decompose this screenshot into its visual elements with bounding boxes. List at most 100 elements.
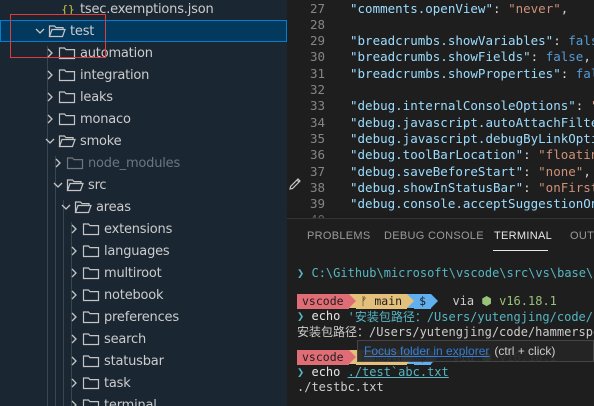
- code-token: "debug.showInStatusBar": [350, 179, 524, 195]
- chevron-right-icon[interactable]: [66, 265, 82, 281]
- folder-icon: [58, 89, 76, 105]
- chevron-right-icon[interactable]: [50, 155, 66, 171]
- chevron-right-icon[interactable]: [66, 243, 82, 259]
- folder-row-search[interactable]: search: [0, 328, 287, 350]
- chevron-right-icon[interactable]: [42, 67, 58, 83]
- folder-icon: [58, 111, 76, 127]
- folder-row-automation[interactable]: automation: [0, 42, 287, 64]
- folder-row-monaco[interactable]: monaco: [0, 108, 287, 130]
- folder-open-icon: [74, 199, 92, 215]
- folder-icon: [82, 287, 100, 303]
- folder-open-icon: [66, 177, 84, 193]
- code-token: "debug.javascript.debugByLinkOptions": [350, 130, 594, 146]
- prompt-chevron-icon: ❯: [297, 365, 305, 379]
- bottom-panel: PROBLEMS DEBUG CONSOLE TERMINAL OUTPUT ❯…: [287, 218, 594, 406]
- code-line[interactable]: 34"debug.javascript.autoAttachFilter": "…: [287, 113, 594, 131]
- folder-icon: [82, 353, 100, 369]
- code-token: "debug.console.acceptSuggestionOnEnter": [350, 196, 594, 212]
- folder-row-leaks[interactable]: leaks: [0, 86, 287, 108]
- folder-icon: [82, 221, 100, 237]
- chevron-right-icon[interactable]: [42, 45, 58, 61]
- line-number: 28: [309, 16, 325, 32]
- active-tab-indicator: [493, 250, 548, 251]
- segment-arrow-icon: [348, 294, 356, 308]
- chevron-right-icon[interactable]: [66, 221, 82, 237]
- command-argument-link[interactable]: ./test`abc.txt: [348, 365, 449, 379]
- terminal-output-1: 安装包路径：/Users/yutengjing/code/hammerspoon: [297, 324, 594, 339]
- code-line[interactable]: 33"debug.internalConsoleOptions": "never…: [287, 97, 594, 115]
- chevron-right-icon[interactable]: [66, 287, 82, 303]
- chevron-right-icon[interactable]: [42, 111, 58, 127]
- tab-output[interactable]: OUTPUT: [570, 230, 594, 242]
- tree-item-label: leaks: [80, 89, 113, 105]
- tooltip-action[interactable]: Focus folder in explorer: [364, 344, 489, 358]
- code-token: false: [575, 65, 594, 81]
- folder-icon: [82, 331, 100, 347]
- chevron-right-icon[interactable]: [66, 353, 82, 369]
- code-text: "debug.console.acceptSuggestionOnEnter":…: [325, 196, 594, 211]
- chevron-right-icon[interactable]: [66, 375, 82, 391]
- tree-item-label: notebook: [104, 287, 164, 303]
- folder-row-extensions[interactable]: extensions: [0, 218, 287, 240]
- chevron-down-icon[interactable]: [42, 133, 58, 149]
- folder-row-notebook[interactable]: notebook: [0, 284, 287, 306]
- tree-item-label: tsec.exemptions.json: [80, 1, 214, 17]
- code-line[interactable]: 29"breadcrumbs.showVariables": false,: [287, 32, 594, 50]
- chevron-right-icon[interactable]: [66, 397, 82, 406]
- tab-problems[interactable]: PROBLEMS: [307, 230, 371, 242]
- folder-row-smoke[interactable]: smoke: [0, 130, 287, 152]
- code-line[interactable]: 38"debug.showInStatusBar": "onFirstSessi…: [287, 178, 594, 196]
- code-line[interactable]: 32: [287, 81, 594, 99]
- chevron-right-icon[interactable]: [42, 89, 58, 105]
- code-token: :: [523, 179, 539, 195]
- folder-row-terminal[interactable]: terminal: [0, 394, 287, 406]
- chevron-right-icon[interactable]: [66, 331, 82, 347]
- code-line[interactable]: 28: [287, 15, 594, 33]
- folder-open-icon: [48, 23, 66, 39]
- code-token: :: [560, 65, 576, 81]
- folder-row-preferences[interactable]: preferences: [0, 306, 287, 328]
- code-text: "debug.showInStatusBar": "onFirstSession…: [325, 180, 594, 195]
- folder-open-icon: [58, 133, 76, 149]
- code-token: ,: [583, 49, 591, 65]
- folder-row-src[interactable]: src: [0, 174, 287, 196]
- code-line[interactable]: 37 "debug.saveBeforeStart": "none",: [287, 162, 594, 180]
- code-text: "breadcrumbs.showFields": false,: [325, 49, 591, 64]
- tree-item-label: preferences: [104, 309, 179, 325]
- line-number: 33: [309, 98, 325, 114]
- code-text: "debug.saveBeforeStart": "none",: [325, 164, 591, 179]
- chevron-down-icon[interactable]: [32, 23, 48, 39]
- chevron-down-icon[interactable]: [50, 177, 66, 193]
- line-number: 27: [309, 0, 325, 16]
- folder-row-integration[interactable]: integration: [0, 64, 287, 86]
- folder-row-task[interactable]: task: [0, 372, 287, 394]
- code-token: :: [523, 163, 539, 179]
- edit-pencil-icon[interactable]: [287, 176, 303, 192]
- code-line[interactable]: 31"breadcrumbs.showProperties": false,: [287, 64, 594, 82]
- code-text: "breadcrumbs.showProperties": false,: [325, 66, 594, 81]
- tree-item-label: monaco: [80, 111, 131, 127]
- folder-row-areas[interactable]: areas: [0, 196, 287, 218]
- editor-pane[interactable]: 27 "comments.openView": "never", 28 29 "brea…: [287, 0, 594, 218]
- tab-debug-console[interactable]: DEBUG CONSOLE: [384, 230, 484, 242]
- folder-row-node_modules[interactable]: node_modules: [0, 152, 287, 174]
- terminal-cwd: C:\Github\microsoft\vscode\src\vs\base\: [311, 266, 594, 280]
- prompt-branch-segment: ᚠ main: [355, 293, 408, 309]
- tree-item-label: test: [70, 23, 95, 39]
- folder-row-multiroot[interactable]: multiroot: [0, 262, 287, 284]
- folder-icon: [82, 397, 100, 406]
- code-line[interactable]: 36"debug.toolBarLocation": "floating",: [287, 146, 594, 164]
- folder-icon: [82, 375, 100, 391]
- file-row-tsec.exemptions.json[interactable]: {} tsec.exemptions.json: [0, 0, 287, 20]
- code-line[interactable]: 35"debug.javascript.debugByLinkOptions":…: [287, 129, 594, 147]
- folder-row-languages[interactable]: languages: [0, 240, 287, 262]
- code-line[interactable]: 30 "breadcrumbs.showFields": false,: [287, 48, 594, 66]
- tree-item-label: task: [104, 375, 131, 391]
- chevron-down-icon[interactable]: [58, 199, 74, 215]
- segment-arrow-icon: [407, 294, 415, 308]
- code-token: :: [553, 33, 569, 49]
- folder-row-test[interactable]: test: [0, 20, 287, 42]
- chevron-right-icon[interactable]: [66, 309, 82, 325]
- tab-terminal[interactable]: TERMINAL: [494, 230, 552, 242]
- folder-row-statusbar[interactable]: statusbar: [0, 350, 287, 372]
